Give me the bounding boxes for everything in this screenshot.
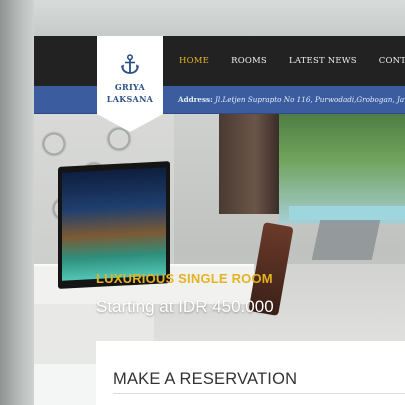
- hero-photo-lounger: [311, 220, 381, 260]
- hero-photo-television-screen: [62, 167, 166, 281]
- brand-name-line-1: GRIYA: [114, 82, 146, 92]
- site-logo[interactable]: GRIYA LAKSANA: [97, 36, 163, 132]
- hero-slider[interactable]: LUXURIOUS SINGLE ROOM Starting at IDR 45…: [34, 114, 405, 364]
- hero-price: Starting at IDR 450.000: [96, 297, 274, 316]
- hero-title: LUXURIOUS SINGLE ROOM: [96, 271, 273, 286]
- nav-home-link[interactable]: HOME: [179, 56, 209, 66]
- address-line: Address: Jl.Letjen Suprapto No 116, Purw…: [178, 95, 405, 104]
- brand-name-line-2: LAKSANA: [106, 94, 154, 104]
- nav-rooms-link[interactable]: ROOMS: [231, 56, 267, 66]
- reservation-divider: [113, 393, 405, 394]
- background-blur-top: [0, 0, 405, 36]
- nav-latest-news-link[interactable]: LATEST NEWS: [289, 56, 357, 66]
- website-viewport: HOME ROOMS LATEST NEWS CONTACT Address: …: [34, 36, 405, 405]
- address-label: Address:: [178, 95, 213, 104]
- background-blur-left: [0, 0, 34, 405]
- reservation-heading: MAKE A RESERVATION: [113, 370, 298, 388]
- hero-photo-pool: [289, 206, 405, 220]
- top-navbar: HOME ROOMS LATEST NEWS CONTACT: [34, 36, 405, 86]
- main-navigation: HOME ROOMS LATEST NEWS CONTACT: [179, 36, 405, 86]
- hero-photo-curtain: [219, 114, 279, 214]
- anchor-icon: [121, 54, 139, 74]
- reservation-panel: MAKE A RESERVATION: [96, 341, 405, 405]
- nav-contact-link[interactable]: CONTACT: [379, 56, 405, 66]
- address-text: Jl.Letjen Suprapto No 116, Purwodadi,Gro…: [215, 95, 405, 104]
- address-bar: Address: Jl.Letjen Suprapto No 116, Purw…: [34, 86, 405, 114]
- logo-pennant-tip: [97, 114, 163, 132]
